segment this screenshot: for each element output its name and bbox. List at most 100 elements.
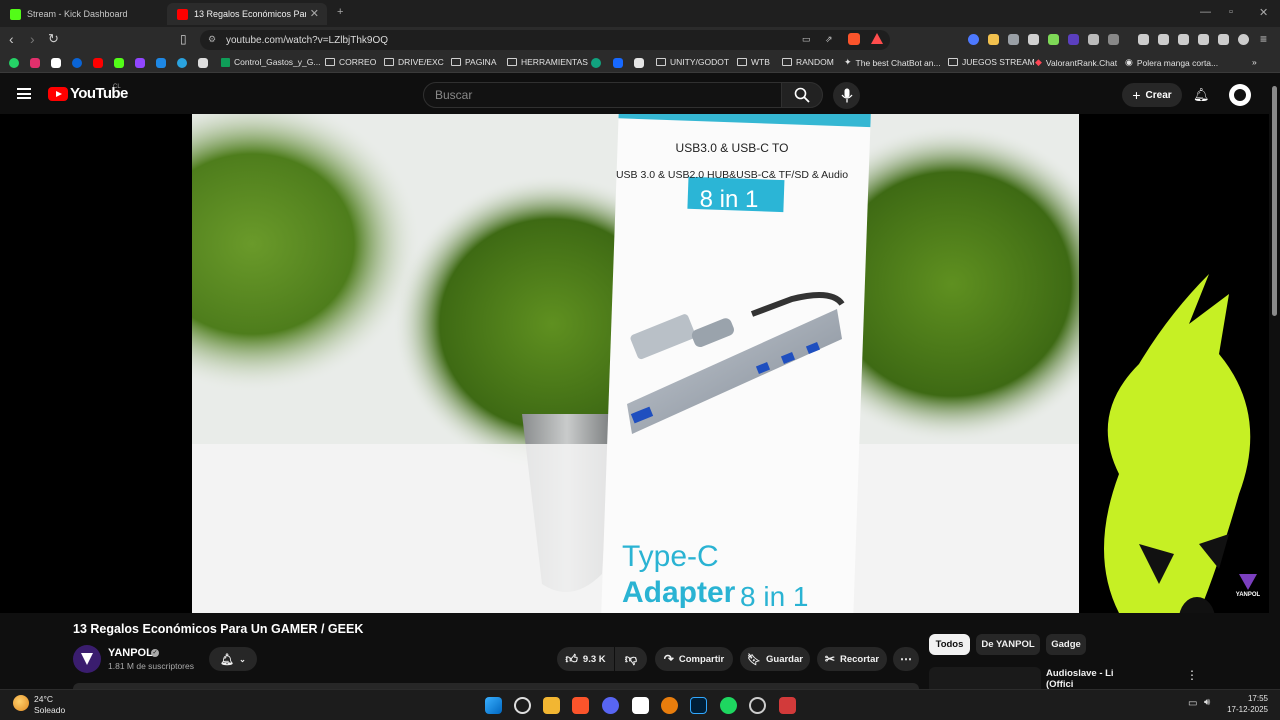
extension-icon[interactable]: [968, 34, 979, 45]
close-window-button[interactable]: ✕: [1259, 6, 1268, 19]
bookmark-herramientas[interactable]: HERRAMIENTAS: [507, 57, 588, 67]
related-video-thumbnail[interactable]: [929, 667, 1041, 689]
related-more-icon[interactable]: ⋮: [1186, 668, 1198, 682]
photoshop-icon[interactable]: [690, 697, 707, 714]
bookmark-random[interactable]: RANDOM: [782, 57, 834, 67]
bookmark-pagina[interactable]: PAGINA: [451, 57, 497, 67]
blender-icon[interactable]: [661, 697, 678, 714]
tab-youtube-video[interactable]: 13 Regalos Económicos Para Un ✕: [167, 3, 327, 25]
guide-menu-icon[interactable]: [17, 88, 31, 99]
obs-icon[interactable]: [749, 697, 766, 714]
close-tab-icon[interactable]: ✕: [310, 7, 319, 20]
related-video-title[interactable]: Audioslave - Li (Offici: [1046, 668, 1114, 690]
share-icon[interactable]: ⇗: [825, 34, 833, 45]
create-button[interactable]: + Crear: [1122, 83, 1182, 107]
scrollbar-thumb[interactable]: [1272, 86, 1277, 316]
bookmark-wtb[interactable]: WTB: [737, 57, 770, 67]
bookmark-chatbot[interactable]: ✦ The best ChatBot an...: [844, 57, 941, 68]
screenshot-icon[interactable]: [1108, 34, 1119, 45]
valorant-app-icon[interactable]: [779, 697, 796, 714]
save-button[interactable]: 🔖︎ Guardar: [740, 647, 810, 671]
bookmark-valorantrank[interactable]: ◆ ValorantRank.Chat: [1035, 57, 1117, 68]
share-button[interactable]: ↷ Compartir: [655, 647, 733, 671]
file-explorer-icon[interactable]: [543, 697, 560, 714]
video-player[interactable]: USB3.0 & USB-C TO USB 3.0 & USB2.0 HUB&U…: [192, 114, 1079, 613]
youtube-icon[interactable]: [93, 58, 103, 68]
search-button[interactable]: [781, 82, 823, 108]
channel-name[interactable]: YANPOL: [108, 647, 153, 659]
bookmark-correo[interactable]: CORREO: [325, 57, 376, 67]
network-icon[interactable]: ▭: [1188, 698, 1197, 709]
twitch-icon[interactable]: [135, 58, 145, 68]
discord-icon[interactable]: [602, 697, 619, 714]
extension-icon[interactable]: [1028, 34, 1039, 45]
notifications-bell-icon[interactable]: 🔔︎: [1193, 87, 1210, 103]
telegram-icon[interactable]: [177, 58, 187, 68]
bookmark-juegos-stream[interactable]: JUEGOS STREAM: [948, 57, 1035, 67]
restore-button[interactable]: ▫: [1229, 6, 1233, 18]
bookmark-icon[interactable]: ▯: [180, 32, 187, 46]
behance-icon[interactable]: [613, 58, 623, 68]
subscribe-notification-button[interactable]: 🔔︎ ⌄: [209, 647, 257, 671]
extension-icon[interactable]: [1008, 34, 1019, 45]
back-button[interactable]: ‹: [9, 32, 14, 46]
extension-icon[interactable]: [988, 34, 999, 45]
spotify-icon[interactable]: [720, 697, 737, 714]
site-info-icon[interactable]: ⚙: [208, 34, 216, 45]
system-clock[interactable]: 17:55 17-12-2025: [1226, 693, 1268, 715]
address-bar[interactable]: ⚙ youtube.com/watch?v=LZlbjThk9OQ ▭ ⇗: [200, 30, 890, 50]
bookmark-icon-app[interactable]: [591, 58, 601, 68]
tab-kick-dashboard[interactable]: Stream - Kick Dashboard: [0, 3, 165, 25]
sidebar-icon[interactable]: [1178, 34, 1189, 45]
cast-icon[interactable]: ▭: [802, 34, 811, 45]
voice-search-button[interactable]: [833, 82, 860, 109]
reload-button[interactable]: ↻: [48, 32, 59, 46]
leo-ai-icon[interactable]: [1218, 34, 1229, 45]
menu-icon[interactable]: ≡: [1260, 32, 1267, 46]
more-actions-button[interactable]: ⋯: [893, 647, 919, 671]
page-scrollbar[interactable]: [1269, 74, 1280, 686]
minimize-button[interactable]: —: [1200, 6, 1211, 18]
clip-button[interactable]: ✂ Recortar: [817, 647, 887, 671]
forward-button[interactable]: ›: [30, 32, 35, 46]
account-avatar[interactable]: [1229, 84, 1251, 106]
bookmarks-overflow-icon[interactable]: »: [1252, 57, 1257, 67]
bookmark-drive-exc[interactable]: DRIVE/EXC: [384, 57, 444, 67]
paypal-icon[interactable]: [156, 58, 166, 68]
wallet-icon[interactable]: [1198, 34, 1209, 45]
chip-de-yanpol[interactable]: De YANPOL: [976, 634, 1040, 655]
weather-condition[interactable]: Soleado: [34, 705, 65, 715]
kick-icon[interactable]: [114, 58, 124, 68]
bookmark-icon-app[interactable]: [634, 58, 644, 68]
new-tab-button[interactable]: +: [337, 6, 343, 18]
chip-todos[interactable]: Todos: [929, 634, 970, 655]
youtube-logo-icon[interactable]: [48, 87, 68, 101]
channel-avatar[interactable]: [73, 645, 101, 673]
music-icon[interactable]: [1158, 34, 1169, 45]
weather-sun-icon[interactable]: [13, 695, 29, 711]
bookmark-unity-godot[interactable]: UNITY/GODOT: [656, 57, 729, 67]
like-button[interactable]: 👍︎ 9.3 K: [557, 647, 614, 671]
brave-browser-icon[interactable]: [572, 697, 589, 714]
windows-start-icon[interactable]: [485, 697, 502, 714]
chip-gadgets[interactable]: Gadge: [1046, 634, 1086, 655]
download-icon[interactable]: [1138, 34, 1149, 45]
brave-rewards-icon[interactable]: [871, 33, 883, 44]
bookmark-polera[interactable]: ◉ Polera manga corta...: [1125, 57, 1218, 68]
brave-shields-icon[interactable]: [848, 33, 860, 45]
dislike-button[interactable]: 👎︎: [615, 647, 647, 671]
weather-temperature[interactable]: 24°C: [34, 694, 53, 704]
whatsapp-icon[interactable]: [9, 58, 19, 68]
gmail-icon[interactable]: [198, 58, 208, 68]
instagram-icon[interactable]: [30, 58, 40, 68]
extension-icon[interactable]: [1068, 34, 1079, 45]
x-icon[interactable]: [51, 58, 61, 68]
volume-icon[interactable]: 🔊︎: [1204, 697, 1210, 708]
extension-icon[interactable]: [1048, 34, 1059, 45]
bookmark-control-gastos[interactable]: Control_Gastos_y_G...: [221, 57, 320, 67]
search-input[interactable]: Buscar: [423, 82, 782, 108]
notion-icon[interactable]: [632, 697, 649, 714]
onedrive-icon[interactable]: [72, 58, 82, 68]
search-icon[interactable]: [514, 697, 531, 714]
vpn-icon[interactable]: [1238, 34, 1249, 45]
